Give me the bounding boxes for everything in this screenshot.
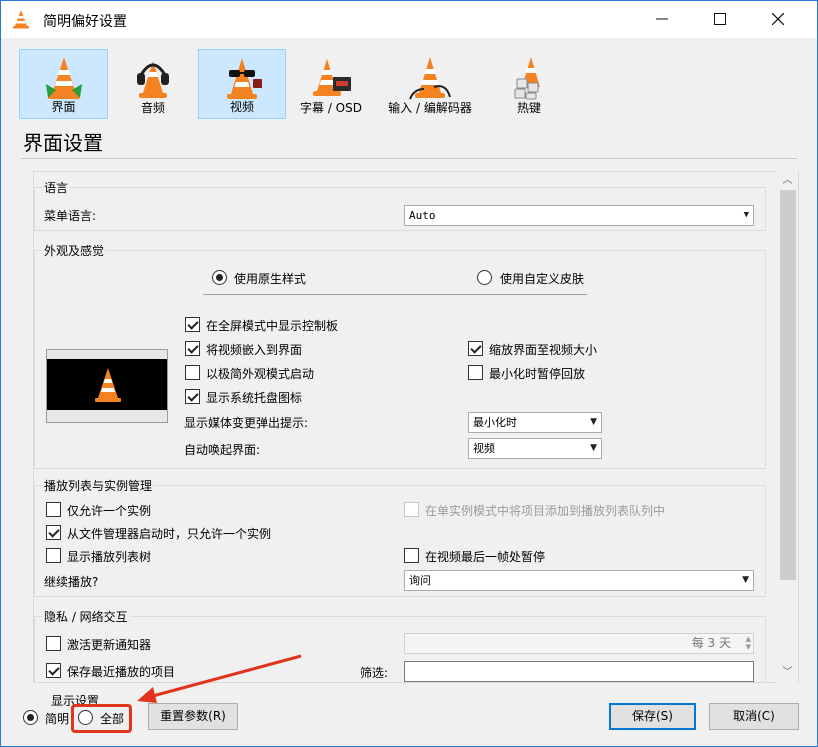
- close-button[interactable]: [755, 1, 801, 38]
- save-button[interactable]: 保存(S): [609, 703, 696, 730]
- resize-to-video-checkbox[interactable]: [468, 341, 483, 356]
- language-group-title: 语言: [42, 179, 71, 196]
- one-instance-checkbox[interactable]: [46, 502, 61, 517]
- native-style-radio[interactable]: [212, 270, 227, 285]
- vlc-app-icon: [13, 10, 29, 29]
- popup-notify-value: 最小化时: [473, 416, 517, 429]
- playlist-tree-checkbox[interactable]: [46, 548, 61, 563]
- privacy-group-title: 隐私 / 网络交互: [42, 608, 130, 625]
- enqueue-single-instance-checkbox[interactable]: [404, 502, 419, 517]
- pause-minimized-checkbox[interactable]: [468, 365, 483, 380]
- continue-playback-value: 询问: [409, 574, 431, 587]
- custom-skin-radio[interactable]: [477, 270, 492, 285]
- preferences-window: 简明偏好设置 界面 音频 视频 字幕 / OSD 输入 / 编解码器 热键 界面…: [0, 0, 818, 747]
- chevron-down-icon: ▼: [590, 443, 597, 453]
- vlc-input-codecs-icon: [409, 57, 451, 100]
- scrollbar-thumb[interactable]: [780, 190, 796, 580]
- maximize-button[interactable]: [697, 1, 743, 38]
- pause-last-frame-label: 在视频最后一帧处暂停: [425, 550, 546, 564]
- tab-hotkeys[interactable]: 热键: [485, 49, 573, 119]
- playlist-group-title: 播放列表与实例管理: [42, 477, 155, 494]
- embed-video-label: 将视频嵌入到界面: [206, 343, 303, 357]
- pause-last-frame-checkbox[interactable]: [404, 548, 419, 563]
- tab-video[interactable]: 视频: [198, 49, 286, 119]
- enqueue-single-instance-label: 在单实例模式中将项目添加到播放列表队列中: [425, 504, 666, 518]
- cancel-button[interactable]: 取消(C): [709, 703, 799, 730]
- scroll-up-icon[interactable]: ︿: [777, 172, 798, 189]
- save-recent-checkbox[interactable]: [46, 663, 61, 678]
- vlc-hotkeys-icon: [514, 57, 540, 100]
- resize-to-video-label: 缩放界面至视频大小: [489, 343, 598, 357]
- style-divider: [203, 294, 587, 295]
- menu-language-value: Auto: [409, 209, 436, 222]
- vlc-subtitles-icon: [313, 59, 351, 96]
- tab-video-label: 视频: [229, 100, 254, 114]
- minimize-icon: [656, 18, 668, 20]
- tab-interface[interactable]: 界面: [19, 49, 108, 119]
- continue-playback-select[interactable]: 询问 ▼: [404, 570, 754, 591]
- minimal-view-checkbox[interactable]: [185, 365, 200, 380]
- interface-preview-image: [46, 349, 168, 423]
- native-style-label: 使用原生样式: [234, 272, 307, 286]
- close-icon: [771, 12, 785, 26]
- popup-notify-select[interactable]: 最小化时 ▼: [468, 412, 602, 433]
- maximize-icon: [714, 13, 726, 25]
- vlc-audio-headphones-icon: [137, 61, 169, 98]
- systray-icon-label: 显示系统托盘图标: [206, 391, 303, 405]
- continue-playback-label: 继续播放?: [44, 575, 99, 589]
- title-bar[interactable]: 简明偏好设置: [1, 1, 817, 38]
- one-instance-file-manager-label: 从文件管理器启动时，只允许一个实例: [67, 527, 272, 541]
- annotation-arrow-icon: [137, 654, 302, 703]
- annotation-highlight-box: [71, 704, 132, 733]
- spin-arrows-icon: ▲ ▼: [745, 635, 751, 651]
- popup-notify-label: 显示媒体变更弹出提示:: [184, 416, 309, 430]
- tab-subtitles-osd[interactable]: 字幕 / OSD: [287, 49, 375, 119]
- window-title: 简明偏好设置: [43, 14, 127, 30]
- settings-scroll-area[interactable]: 语言 菜单语言: Auto ▼ 外观及感觉 使用原生样式 使用自定义皮肤 在全屏…: [33, 171, 799, 683]
- minimal-view-label: 以极简外观模式启动: [206, 367, 315, 381]
- raise-interface-label: 自动唤起界面:: [184, 443, 261, 457]
- update-interval-value: 每 3 天: [691, 636, 731, 650]
- playlist-tree-label: 显示播放列表树: [67, 550, 152, 564]
- reset-preferences-button[interactable]: 重置参数(R): [148, 703, 238, 730]
- systray-icon-checkbox[interactable]: [185, 389, 200, 404]
- tab-interface-label: 界面: [51, 100, 76, 114]
- filter-input[interactable]: [404, 661, 754, 682]
- menu-language-select[interactable]: Auto ▼: [404, 205, 754, 226]
- tab-hotkeys-label: 热键: [516, 101, 541, 115]
- tab-input-codecs-label: 输入 / 编解码器: [388, 101, 472, 115]
- raise-interface-select[interactable]: 视频 ▼: [468, 438, 602, 459]
- tab-audio[interactable]: 音频: [109, 49, 197, 119]
- chevron-down-icon: ▼: [590, 417, 597, 427]
- chevron-down-icon: ▼: [743, 210, 749, 220]
- fullscreen-controller-checkbox[interactable]: [185, 317, 200, 332]
- tab-audio-label: 音频: [140, 101, 165, 115]
- embed-video-checkbox[interactable]: [185, 341, 200, 356]
- update-notifier-checkbox[interactable]: [46, 636, 61, 651]
- appearance-group-title: 外观及感觉: [42, 242, 107, 259]
- vlc-interface-icon: [45, 57, 82, 99]
- simple-mode-label: 简明: [45, 712, 70, 726]
- raise-interface-value: 视频: [473, 442, 495, 455]
- section-title: 界面设置: [23, 131, 103, 155]
- tab-subtitles-osd-label: 字幕 / OSD: [300, 101, 362, 115]
- vlc-cone-preview-icon: [95, 368, 121, 402]
- filter-label: 筛选:: [360, 666, 389, 680]
- scroll-down-icon[interactable]: ﹀: [777, 664, 798, 681]
- menu-language-label: 菜单语言:: [44, 209, 97, 223]
- vlc-video-glasses-icon: [227, 58, 262, 99]
- fullscreen-controller-label: 在全屏模式中显示控制板: [206, 319, 339, 333]
- vertical-scrollbar[interactable]: ︿ ﹀: [777, 171, 798, 683]
- simple-mode-radio[interactable]: [23, 710, 38, 725]
- update-interval-spinbox[interactable]: 每 3 天 ▲ ▼: [404, 633, 754, 654]
- one-instance-label: 仅允许一个实例: [67, 504, 152, 518]
- minimize-button[interactable]: [639, 1, 685, 38]
- pause-minimized-label: 最小化时暂停回放: [489, 367, 586, 381]
- chevron-down-icon: ▼: [742, 575, 749, 585]
- section-divider: [21, 158, 797, 159]
- one-instance-file-manager-checkbox[interactable]: [46, 525, 61, 540]
- tab-input-codecs[interactable]: 输入 / 编解码器: [376, 49, 484, 119]
- custom-skin-label: 使用自定义皮肤: [500, 272, 585, 286]
